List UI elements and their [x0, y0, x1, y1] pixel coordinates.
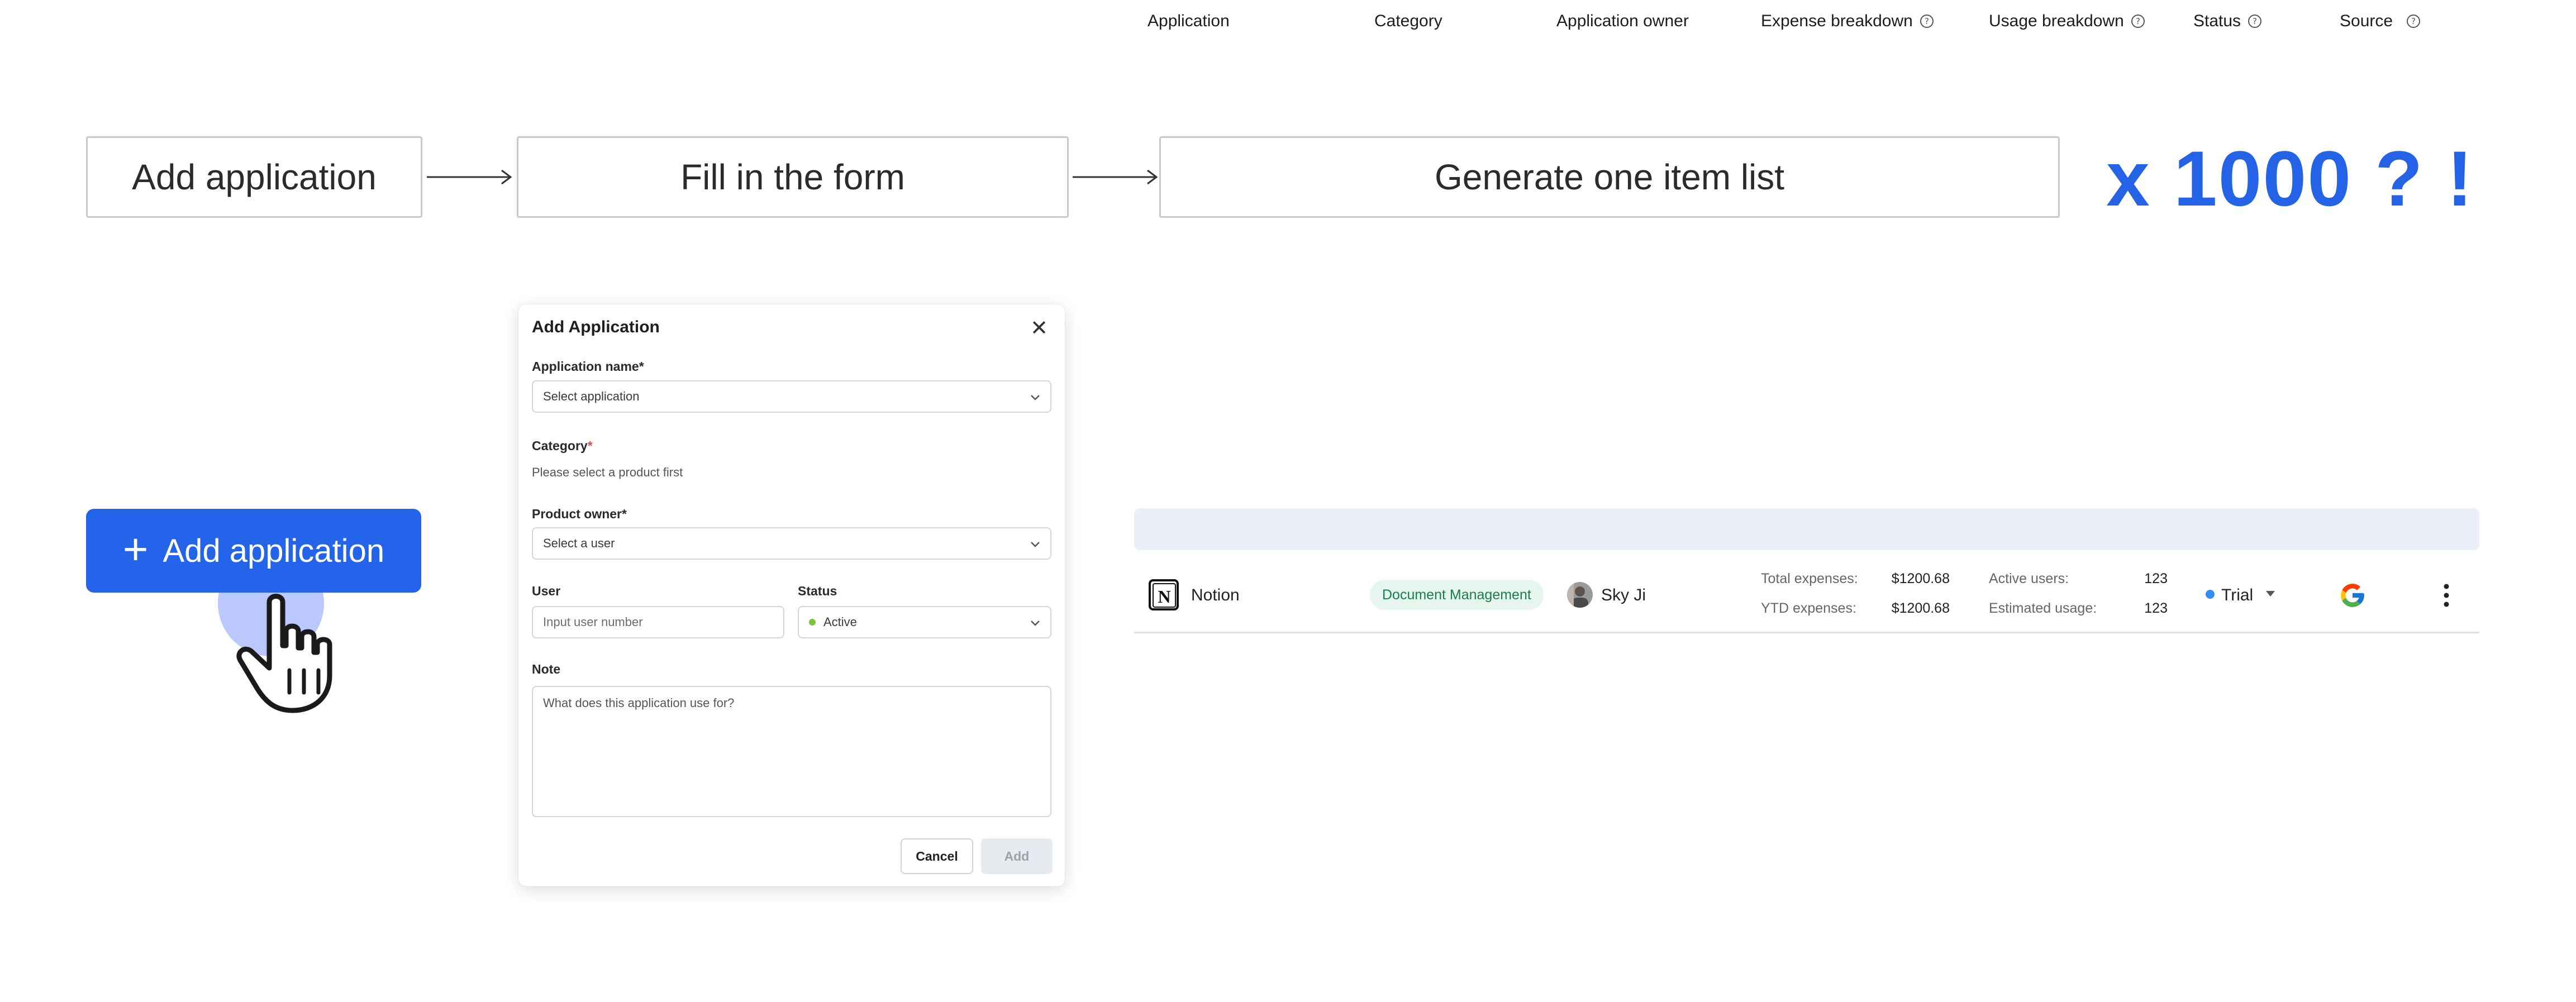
svg-text:?: ?	[2411, 16, 2416, 26]
table-header	[1134, 508, 2479, 550]
header-label: Usage breakdown	[1989, 11, 2124, 30]
header-label: Application	[1147, 11, 1230, 30]
caret-down-icon[interactable]	[2265, 590, 2276, 598]
header-label: Status	[2193, 11, 2241, 30]
cancel-button[interactable]: Cancel	[901, 838, 973, 874]
table-row-divider	[1134, 632, 2479, 633]
help-icon[interactable]: ?	[2406, 14, 2421, 28]
flow-step-generate-list: Generate one item list	[1159, 136, 2060, 218]
header-expense-breakdown[interactable]: Expense breakdown ?	[1761, 0, 1934, 42]
input-placeholder: Input user number	[543, 615, 643, 629]
application-name-select[interactable]: Select application	[532, 380, 1051, 413]
svg-text:?: ?	[2136, 16, 2140, 26]
plus-icon: +	[122, 524, 149, 574]
product-owner-select[interactable]: Select a user	[532, 527, 1051, 560]
notion-logo-icon: N	[1149, 579, 1179, 610]
help-icon[interactable]: ?	[2131, 14, 2145, 28]
label-text: Application name	[532, 359, 639, 374]
add-button[interactable]: Add	[981, 838, 1053, 874]
trial-status-dot	[2206, 590, 2215, 599]
google-icon	[2341, 584, 2364, 607]
product-owner-label: Product owner*	[532, 507, 627, 522]
total-expenses-value: $1200.68	[1891, 571, 1950, 586]
header-usage-breakdown[interactable]: Usage breakdown ?	[1989, 0, 2145, 42]
required-mark: *	[639, 359, 644, 374]
select-placeholder: Select a user	[543, 536, 615, 550]
application-name-label: Application name*	[532, 359, 644, 374]
label-text: Category	[532, 438, 588, 453]
more-options-icon[interactable]	[2442, 582, 2450, 609]
category-badge: Document Management	[1370, 580, 1544, 610]
arrow-right-icon	[427, 169, 512, 185]
user-label: User	[532, 584, 561, 598]
ytd-expenses-value: $1200.68	[1891, 600, 1950, 616]
status-value: Trial	[2221, 586, 2254, 604]
required-mark: *	[587, 438, 593, 453]
category-label: Category*	[532, 438, 593, 454]
svg-text:?: ?	[2253, 16, 2257, 26]
active-status-dot	[809, 619, 816, 626]
ytd-expenses-label: YTD expenses:	[1761, 600, 1856, 616]
arrow-right-icon	[1073, 169, 1158, 185]
flow-step-label: Generate one item list	[1434, 157, 1785, 197]
close-icon[interactable]: ✕	[1030, 316, 1048, 341]
note-label: Note	[532, 662, 561, 676]
status-select[interactable]: Active	[798, 606, 1051, 638]
add-application-label: Add application	[163, 532, 385, 569]
pointer-hand-icon	[236, 594, 332, 713]
active-users-label: Active users:	[1989, 571, 2069, 586]
header-status[interactable]: Status ?	[2193, 0, 2262, 42]
select-value: Active	[823, 615, 857, 629]
estimated-usage-value: 123	[2144, 600, 2168, 616]
header-label: Expense breakdown	[1761, 11, 1913, 30]
header-category[interactable]: Category	[1374, 0, 1442, 42]
active-users-value: 123	[2144, 571, 2168, 586]
header-label: Application owner	[1556, 11, 1689, 30]
header-label: Source	[2340, 11, 2393, 30]
status-label: Status	[798, 584, 837, 598]
help-icon[interactable]: ?	[1920, 14, 1934, 28]
chevron-down-icon	[1031, 542, 1040, 547]
status-dropdown[interactable]: Trial	[2221, 586, 2253, 605]
header-source[interactable]: Source ?	[2340, 0, 2421, 42]
dialog-title: Add Application	[532, 318, 660, 336]
header-application-owner[interactable]: Application owner	[1556, 0, 1689, 42]
flow-step-add-application: Add application	[86, 136, 422, 218]
flow-step-label: Fill in the form	[680, 157, 905, 197]
required-mark: *	[622, 507, 627, 521]
textarea-placeholder: What does this application use for?	[543, 696, 735, 710]
flow-step-fill-form: Fill in the form	[517, 136, 1069, 218]
chevron-down-icon	[1031, 621, 1040, 626]
select-placeholder: Select application	[543, 389, 640, 403]
note-textarea[interactable]: What does this application use for?	[532, 686, 1051, 817]
header-label: Category	[1374, 11, 1442, 30]
svg-text:N: N	[1158, 586, 1170, 607]
category-hint: Please select a product first	[532, 465, 683, 479]
help-icon[interactable]: ?	[2248, 14, 2262, 28]
add-application-button[interactable]: + Add application	[86, 509, 421, 593]
total-expenses-label: Total expenses:	[1761, 571, 1858, 586]
chevron-down-icon	[1031, 395, 1040, 400]
header-application[interactable]: Application	[1147, 0, 1230, 42]
user-number-input[interactable]: Input user number	[532, 606, 784, 638]
repeat-count-text: x 1000 ? !	[2106, 135, 2474, 222]
add-application-dialog: Add Application ✕ Application name* Sele…	[518, 304, 1065, 886]
owner-name: Sky Ji	[1601, 586, 1646, 604]
avatar	[1567, 582, 1593, 608]
estimated-usage-label: Estimated usage:	[1989, 600, 2097, 616]
app-name[interactable]: Notion	[1191, 586, 1240, 605]
svg-text:?: ?	[1925, 16, 1929, 26]
flow-step-label: Add application	[132, 157, 377, 197]
label-text: Product owner	[532, 507, 622, 521]
